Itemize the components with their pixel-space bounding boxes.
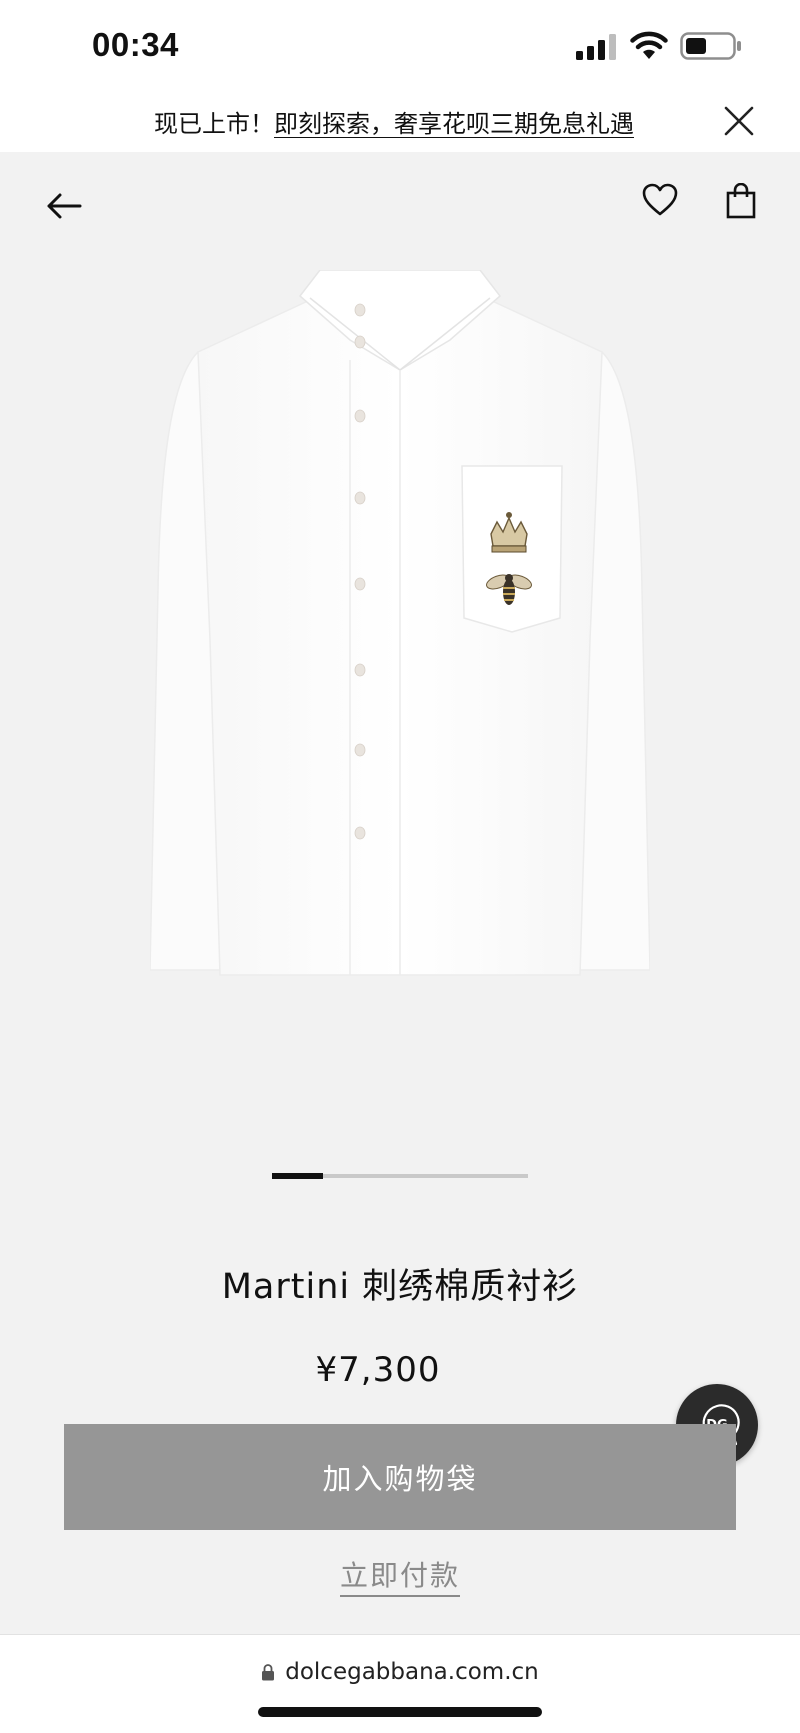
- wifi-icon: [630, 31, 668, 59]
- image-carousel-indicator[interactable]: [272, 1173, 528, 1179]
- shopping-bag-icon[interactable]: [726, 183, 756, 219]
- cellular-signal-icon: [576, 34, 616, 60]
- heart-icon[interactable]: [642, 183, 678, 217]
- close-icon[interactable]: [722, 104, 756, 138]
- buy-now-container: 立即付款: [0, 1554, 800, 1597]
- product-title: Martini 刺绣棉质衬衫: [221, 1267, 579, 1307]
- home-indicator: [258, 1707, 542, 1717]
- carousel-active-segment: [272, 1173, 324, 1179]
- announcement-text: 现已上市！即刻探索，奢享花呗三期免息礼遇: [154, 104, 662, 138]
- url-text: dolcegabbana.com.cn: [285, 1659, 539, 1685]
- status-time: 00:34: [92, 26, 179, 63]
- add-to-bag-button[interactable]: 加入购物袋: [64, 1424, 736, 1530]
- buy-now-link[interactable]: 立即付款: [339, 1559, 460, 1597]
- arrow-left-icon[interactable]: [44, 190, 84, 222]
- status-bar: 00:34: [0, 0, 800, 90]
- product-image[interactable]: [150, 270, 650, 980]
- announcement-lead: 现已上市！: [154, 110, 274, 138]
- battery-icon: [680, 32, 741, 60]
- announcement-link[interactable]: 即刻探索，奢享花呗三期免息礼遇: [274, 110, 634, 138]
- announcement-banner: 现已上市！即刻探索，奢享花呗三期免息礼遇: [0, 90, 800, 152]
- browser-url-bar: dolcegabbana.com.cn: [0, 1634, 800, 1733]
- lock-icon: [262, 1664, 275, 1681]
- product-price: ¥7,300: [315, 1350, 441, 1390]
- product-top-nav: [0, 152, 800, 252]
- url-display[interactable]: dolcegabbana.com.cn: [0, 1659, 800, 1685]
